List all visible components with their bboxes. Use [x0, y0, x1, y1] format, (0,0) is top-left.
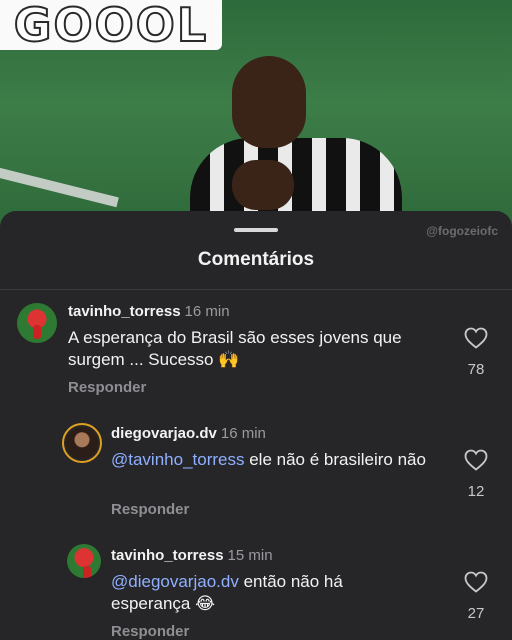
- video-background[interactable]: GOOOL: [0, 0, 512, 230]
- like-button[interactable]: 27: [446, 571, 506, 622]
- player-head: [232, 56, 306, 148]
- heart-outline-icon: [464, 571, 488, 593]
- like-count: 27: [467, 605, 485, 622]
- reply-button[interactable]: Responder: [111, 623, 189, 640]
- comment-text: @diegovarjao.dv então não há esperança 😂: [111, 571, 411, 615]
- goal-banner: GOOOL: [0, 0, 222, 50]
- comments-sheet: @fogozeiofc Comentários tavinho_torress 1…: [0, 211, 512, 640]
- avatar[interactable]: [67, 544, 101, 578]
- player-hand: [232, 160, 294, 210]
- comment-meta: tavinho_torress 15 min: [111, 547, 273, 565]
- mention-link[interactable]: @diegovarjao.dv: [111, 572, 239, 591]
- username[interactable]: tavinho_torress: [111, 547, 224, 564]
- field-line: [0, 158, 119, 208]
- reply-comment: tavinho_torress 15 min @diegovarjao.dv en…: [0, 211, 512, 640]
- timestamp: 15 min: [227, 547, 273, 564]
